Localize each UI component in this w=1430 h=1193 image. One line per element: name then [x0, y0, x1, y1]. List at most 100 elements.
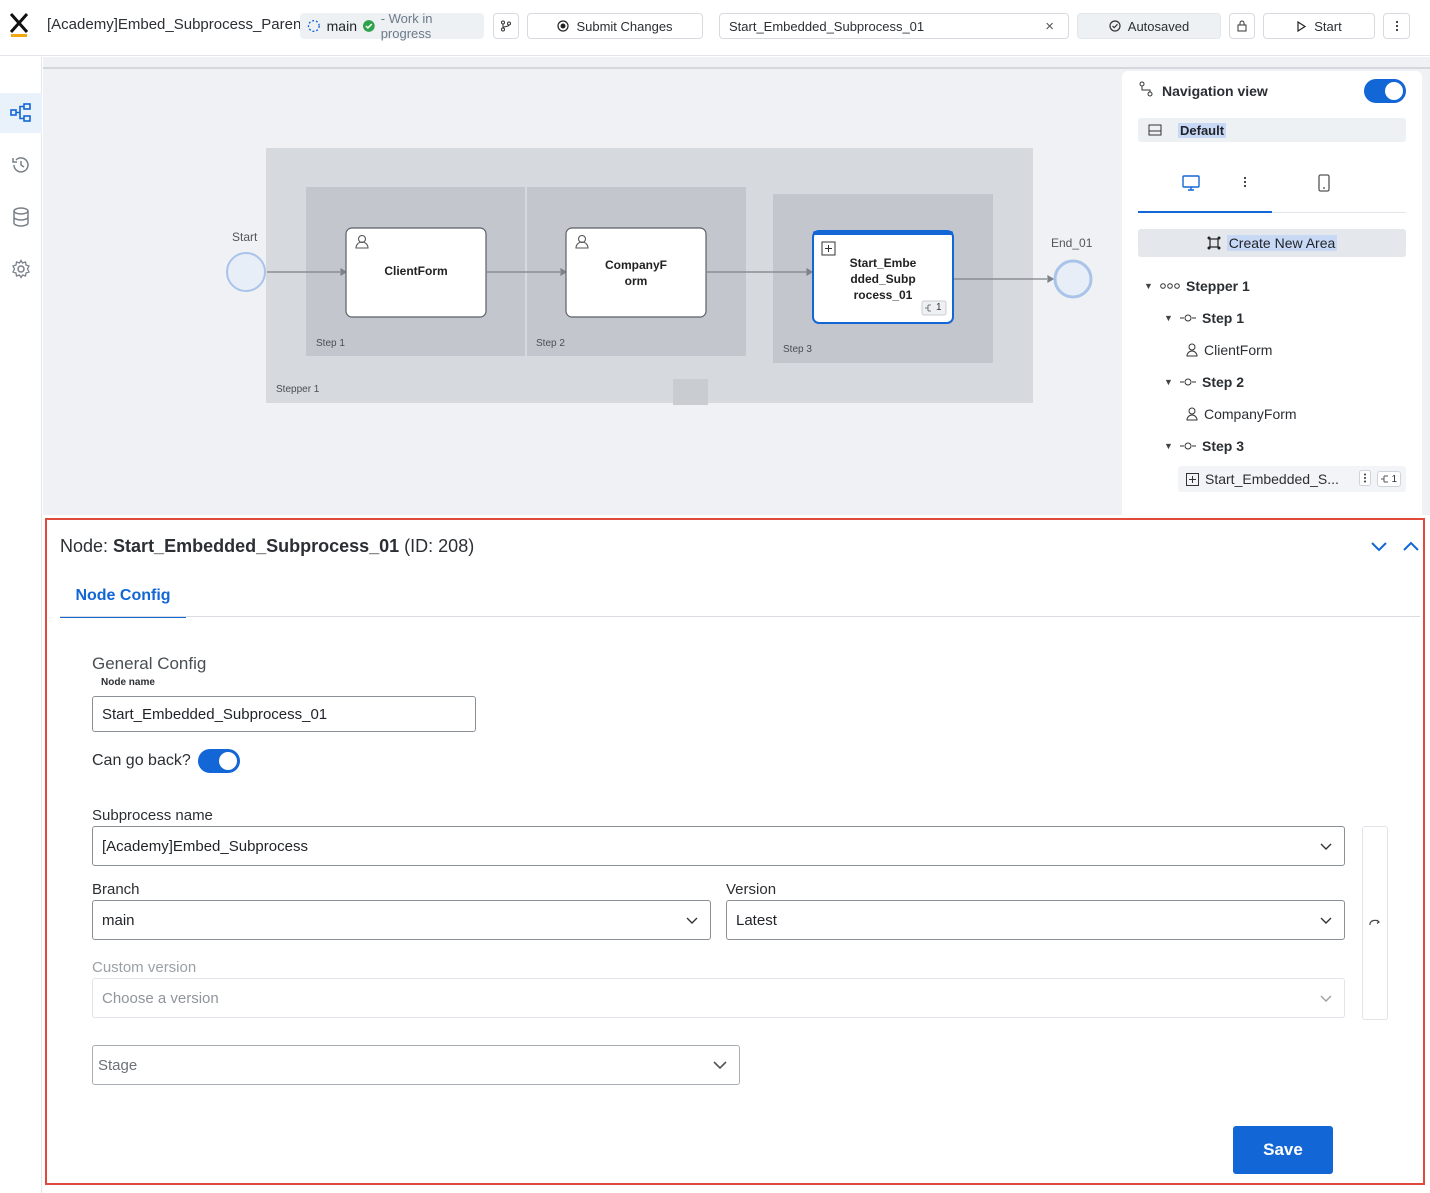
branch-selector[interactable]: main - Work in progress: [300, 11, 484, 41]
process-canvas[interactable]: Start End_01 Stepper 1 Step 1 Step 2 Ste…: [43, 57, 1430, 515]
database-icon: [13, 207, 29, 227]
stepper-label: Stepper 1: [276, 384, 320, 395]
branch-label: Branch: [92, 881, 140, 898]
git-branch-icon: [501, 20, 511, 32]
mobile-icon: [1318, 174, 1330, 192]
tree-label: Start_Embedded_S...: [1205, 471, 1339, 487]
navigation-panel: Navigation view Default Create New Area …: [1122, 71, 1422, 515]
selected-node-bar: [813, 231, 953, 235]
branch-value: main: [102, 911, 135, 929]
tree-item-step-2[interactable]: ▼ Step 2: [1164, 370, 1244, 394]
node-name-input[interactable]: Start_Embedded_Subprocess_01: [92, 696, 476, 732]
stage-select[interactable]: Stage: [92, 1045, 740, 1085]
tree-item-companyform[interactable]: CompanyForm: [1186, 402, 1297, 426]
app-title: [Academy]Embed_Subprocess_Parent: [47, 16, 306, 33]
submit-changes-button[interactable]: Submit Changes: [527, 13, 703, 39]
end-label: End_01: [1051, 236, 1093, 250]
clear-icon[interactable]: ×: [1045, 18, 1054, 35]
active-tab-indicator: [1138, 211, 1272, 213]
resize-handle[interactable]: [673, 379, 708, 405]
caret-down-icon[interactable]: ▼: [1144, 281, 1154, 291]
status-text: - Work in progress: [380, 11, 433, 41]
tab-node-config[interactable]: Node Config: [60, 578, 186, 618]
tree-label: Stepper 1: [1186, 278, 1250, 294]
sidebar-item-data[interactable]: [0, 197, 42, 237]
caret-down-icon[interactable]: ▼: [1164, 377, 1174, 387]
top-bar: [Academy]Embed_Subprocess_Parent main - …: [0, 0, 1430, 56]
desktop-area-icon: [1148, 124, 1162, 136]
create-area-button[interactable]: Create New Area: [1138, 229, 1406, 257]
clientform-node-label: ClientForm: [384, 264, 448, 278]
version-value: Latest: [736, 911, 777, 929]
more-menu-button[interactable]: [1383, 13, 1410, 39]
tab-mobile[interactable]: [1318, 174, 1330, 197]
can-go-back-toggle[interactable]: [198, 749, 240, 773]
tree-item-stepper[interactable]: ▼ Stepper 1: [1144, 274, 1250, 298]
chevron-up-icon[interactable]: [1402, 540, 1420, 552]
tree-item-step-3[interactable]: ▼ Step 3: [1164, 434, 1244, 458]
lock-button[interactable]: [1229, 13, 1255, 39]
tree-item-embedded-subprocess[interactable]: Start_Embedded_S... 1: [1186, 467, 1401, 491]
node-search-value: Start_Embedded_Subprocess_01: [729, 18, 925, 34]
stepper-icon: [1160, 283, 1180, 289]
node-header-name: Start_Embedded_Subprocess_01: [113, 536, 400, 556]
badge-diagram-icon: [1381, 475, 1389, 483]
version-label: Version: [726, 881, 777, 898]
tab-divider: [60, 616, 1420, 617]
can-go-back-label: Can go back?: [92, 752, 191, 769]
chevron-down-icon[interactable]: [1370, 540, 1388, 552]
navigation-view-toggle[interactable]: [1364, 79, 1406, 103]
node-label-line: dded_Subp: [850, 272, 916, 286]
subprocess-name-label: Subprocess name: [92, 807, 213, 824]
user-icon: [1186, 343, 1198, 357]
start-event[interactable]: [226, 252, 266, 292]
desktop-icon: [1182, 175, 1200, 191]
sidebar-item-process[interactable]: [0, 93, 42, 133]
create-area-label: Create New Area: [1226, 235, 1338, 251]
tree-item-clientform[interactable]: ClientForm: [1186, 338, 1272, 362]
tree-badge: 1: [1377, 471, 1401, 487]
custom-version-label: Custom version: [92, 959, 197, 976]
node-label-line: CompanyF: [604, 258, 667, 272]
play-icon: [1297, 20, 1307, 32]
save-button[interactable]: Save: [1233, 1126, 1333, 1174]
sidebar-item-settings[interactable]: [0, 249, 42, 289]
step-icon: [1180, 378, 1196, 386]
end-event[interactable]: [1053, 259, 1093, 299]
more-vertical-icon: [1243, 176, 1247, 188]
tree-label: Step 3: [1202, 438, 1245, 454]
node-badge-count: 1: [936, 302, 942, 313]
stage-placeholder: Stage: [98, 1056, 138, 1074]
node-label-line: orm: [624, 274, 648, 288]
more-vertical-icon[interactable]: [1359, 469, 1372, 489]
navigation-title: Navigation view: [1162, 83, 1268, 99]
node-header-prefix: Node:: [60, 536, 114, 556]
refresh-button[interactable]: [1362, 826, 1388, 1020]
check-circle-icon: [1109, 20, 1121, 32]
version-select[interactable]: Latest: [726, 900, 1345, 940]
caret-down-icon[interactable]: ▼: [1164, 441, 1174, 451]
flowx-logo-icon: [9, 13, 29, 37]
step-2-label: Step 2: [536, 338, 565, 349]
default-area[interactable]: Default: [1138, 118, 1406, 142]
tab-options[interactable]: [1243, 175, 1247, 194]
start-button[interactable]: Start: [1263, 13, 1375, 39]
branch-select[interactable]: main: [92, 900, 711, 940]
chevron-down-icon: [686, 917, 698, 924]
node-label-line: rocess_01: [853, 288, 913, 302]
tree-item-step-1[interactable]: ▼ Step 1: [1164, 306, 1244, 330]
node-label-line: Start_Embe: [849, 256, 917, 270]
branch-actions-button[interactable]: [493, 13, 519, 39]
tree-badge-count: 1: [1391, 473, 1397, 485]
node-search-input[interactable]: Start_Embedded_Subprocess_01 ×: [719, 13, 1069, 39]
more-vertical-icon: [1395, 20, 1398, 32]
start-label: Start: [1314, 18, 1342, 34]
custom-version-placeholder: Choose a version: [102, 989, 219, 1007]
caret-down-icon[interactable]: ▼: [1164, 313, 1174, 323]
tab-desktop[interactable]: [1182, 175, 1200, 196]
branch-loading-icon: [307, 19, 320, 33]
subprocess-name-select[interactable]: [Academy]Embed_Subprocess: [92, 826, 1345, 866]
lock-icon: [1237, 20, 1247, 32]
custom-version-select[interactable]: Choose a version: [92, 978, 1345, 1018]
sidebar-item-history[interactable]: [0, 145, 42, 185]
